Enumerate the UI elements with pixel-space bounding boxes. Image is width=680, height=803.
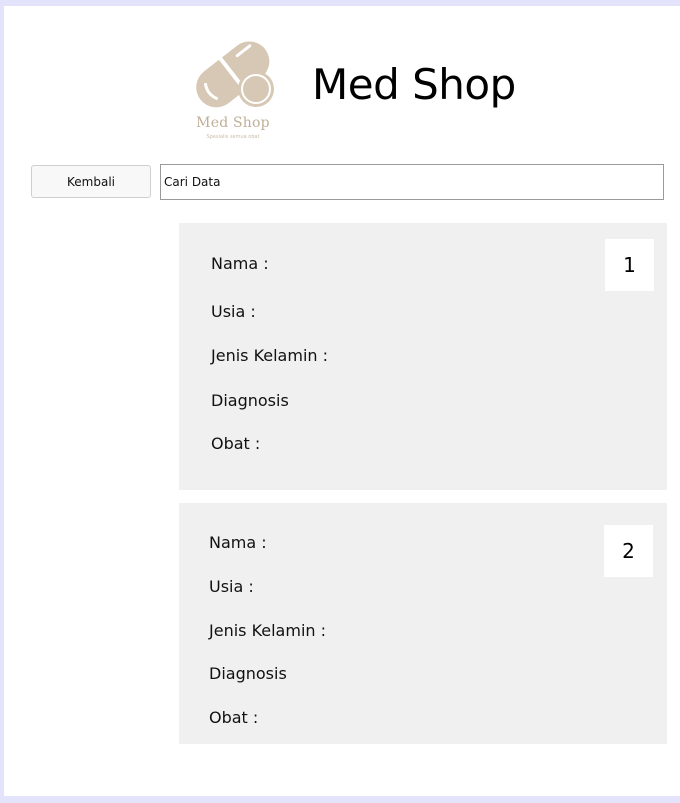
pill-capsule-icon xyxy=(196,41,274,108)
diagnosis-label: Diagnosis xyxy=(209,664,287,683)
record-number-badge: 2 xyxy=(604,525,653,577)
nama-label: Nama : xyxy=(209,533,267,552)
usia-label: Usia : xyxy=(211,302,256,321)
jenis-kelamin-label: Jenis Kelamin : xyxy=(209,621,327,640)
patient-card-1: Nama : Usia : Jenis Kelamin : Diagnosis … xyxy=(179,223,667,490)
logo-tagline-text: Spesialis semua obat xyxy=(206,134,260,140)
obat-label: Obat : xyxy=(209,708,259,727)
app-title: Med Shop xyxy=(312,60,516,109)
search-input[interactable] xyxy=(160,164,664,200)
patient-card-2: Nama : Usia : Jenis Kelamin : Diagnosis … xyxy=(179,503,667,744)
diagnosis-label: Diagnosis xyxy=(211,391,289,410)
med-shop-logo: Med Shop Spesialis semua obat xyxy=(182,31,284,153)
app-window: Med Shop Spesialis semua obat Med Shop K… xyxy=(4,6,680,796)
record-number-badge: 1 xyxy=(605,239,654,291)
jenis-kelamin-label: Jenis Kelamin : xyxy=(211,346,329,365)
logo-name-text: Med Shop xyxy=(196,115,270,131)
nama-label: Nama : xyxy=(211,254,269,273)
obat-label: Obat : xyxy=(211,434,261,453)
back-button[interactable]: Kembali xyxy=(31,165,151,198)
usia-label: Usia : xyxy=(209,577,254,596)
